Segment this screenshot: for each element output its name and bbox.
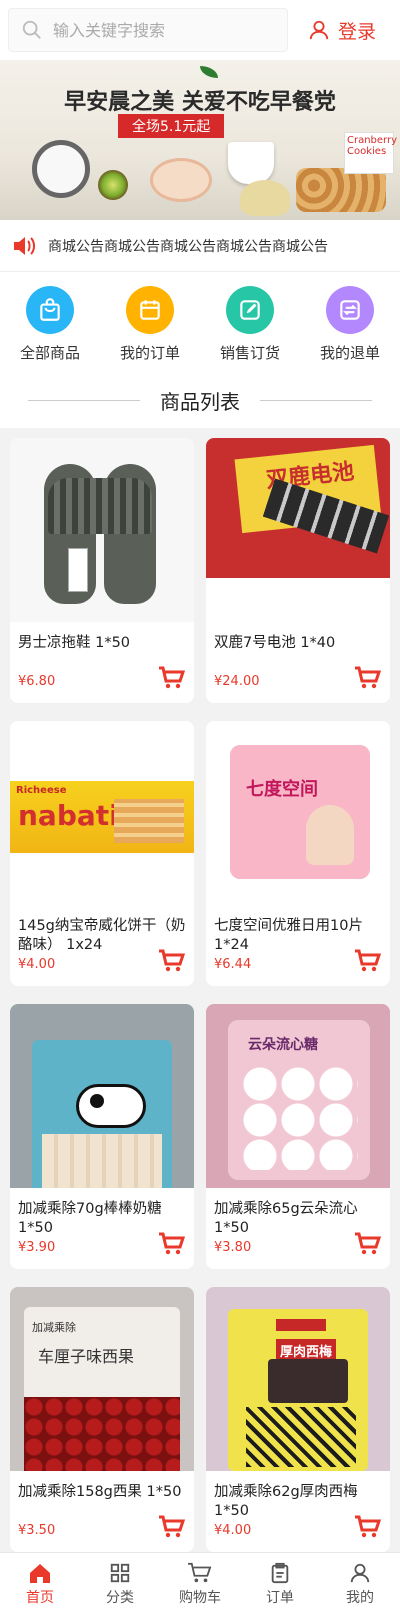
product-card[interactable]: 双鹿电池 双鹿7号电池 1*40 ¥24.00 <box>206 438 390 703</box>
quick-my-orders[interactable]: 我的订单 <box>105 285 195 363</box>
add-to-cart-icon[interactable] <box>354 666 382 690</box>
divider-line <box>28 399 140 401</box>
shopping-bag-icon <box>26 285 74 334</box>
promo-banner[interactable]: 早安晨之美 关爱不吃早餐党 全场5.1元起 Cranberry Cookies <box>0 60 400 220</box>
product-price: ¥3.50 <box>18 1523 56 1538</box>
roll-cake-image <box>150 158 212 202</box>
speaker-icon <box>14 236 35 255</box>
quick-label: 我的订单 <box>119 343 180 362</box>
alarm-clock-image <box>32 140 90 198</box>
tab-label: 订单 <box>266 1590 294 1606</box>
product-price: ¥4.00 <box>214 1523 252 1538</box>
product-name: 男士凉拖鞋 1*50 <box>18 635 131 651</box>
cookies-image <box>296 168 386 212</box>
product-grid: 男士凉拖鞋 1*50 ¥6.80 双鹿电池 双鹿7号电池 1*40 ¥24.00… <box>0 428 400 1552</box>
announcement-text: 商城公告商城公告商城公告商城公告商城公告 <box>48 238 328 255</box>
search-box[interactable] <box>8 8 288 52</box>
tab-label: 购物车 <box>179 1590 221 1606</box>
product-price: ¥4.00 <box>18 957 56 972</box>
product-image-slippers <box>10 438 194 622</box>
divider-line <box>260 399 372 401</box>
tab-orders[interactable]: 订单 <box>240 1553 320 1616</box>
quick-label: 全部商品 <box>19 343 80 362</box>
cart-icon <box>188 1562 212 1583</box>
product-card[interactable]: Richeese nabati 145g纳宝帝威化饼干（奶酪味） 1x24 ¥4… <box>10 721 194 986</box>
add-to-cart-icon[interactable] <box>354 1515 382 1539</box>
add-to-cart-icon[interactable] <box>158 1232 186 1256</box>
quick-my-returns[interactable]: 我的退单 <box>305 285 395 363</box>
product-image-cloud-candy: 云朵流心糖 <box>206 1004 390 1188</box>
add-to-cart-icon[interactable] <box>158 666 186 690</box>
edit-icon <box>226 285 274 334</box>
product-name: 双鹿7号电池 1*40 <box>214 635 336 651</box>
product-image-sanitary-pads: 七度空间 <box>206 721 390 905</box>
kiwi-image <box>98 170 128 200</box>
add-to-cart-icon[interactable] <box>354 949 382 973</box>
banner-headline: 早安晨之美 关爱不吃早餐党 <box>64 90 336 115</box>
product-image-prune: 厚肉西梅 <box>206 1287 390 1471</box>
tab-home[interactable]: 首页 <box>0 1553 80 1616</box>
product-price: ¥6.80 <box>18 674 56 689</box>
tab-cart[interactable]: 购物车 <box>160 1553 240 1616</box>
search-input[interactable] <box>53 20 263 40</box>
quick-sales-order[interactable]: 销售订货 <box>205 285 295 363</box>
bread-image <box>240 180 290 216</box>
product-price: ¥3.80 <box>214 1240 252 1255</box>
product-price: ¥24.00 <box>214 674 260 689</box>
tab-label: 我的 <box>346 1590 374 1606</box>
cookie-box-image: Cranberry Cookies <box>344 132 397 174</box>
tab-mine[interactable]: 我的 <box>320 1553 400 1616</box>
product-image-milk-candy <box>10 1004 194 1188</box>
user-icon <box>309 20 329 40</box>
product-card[interactable]: 云朵流心糖 加减乘除65g云朵流心 1*50 ¥3.80 <box>206 1004 390 1269</box>
cup-image <box>228 142 274 184</box>
product-card[interactable]: 七度空间 七度空间优雅日用10片 1*24 ¥6.44 <box>206 721 390 986</box>
clipboard-icon <box>271 1562 289 1584</box>
product-card[interactable]: 加减乘除 车厘子味西果 加减乘除158g西果 1*50 ¥3.50 <box>10 1287 194 1552</box>
product-price: ¥6.44 <box>214 957 252 972</box>
product-price: ¥3.90 <box>18 1240 56 1255</box>
tab-category[interactable]: 分类 <box>80 1553 160 1616</box>
user-icon <box>350 1563 370 1583</box>
product-card[interactable]: 厚肉西梅 加减乘除62g厚肉西梅 1*50 ¥4.00 <box>206 1287 390 1552</box>
add-to-cart-icon[interactable] <box>158 1515 186 1539</box>
tab-label: 首页 <box>26 1590 54 1606</box>
bottom-tab-bar: 首页 分类 购物车 订单 我的 <box>0 1552 400 1616</box>
section-title: 商品列表 <box>160 389 240 414</box>
leaf-decoration <box>200 66 218 78</box>
product-list-header: 商品列表 <box>0 372 400 428</box>
announcement-bar[interactable]: 商城公告商城公告商城公告商城公告商城公告 <box>0 220 400 272</box>
add-to-cart-icon[interactable] <box>158 949 186 973</box>
quick-all-products[interactable]: 全部商品 <box>5 285 95 363</box>
add-to-cart-icon[interactable] <box>354 1232 382 1256</box>
product-name: 加减乘除158g西果 1*50 <box>18 1484 182 1500</box>
tab-label: 分类 <box>106 1590 134 1606</box>
quick-menu: 全部商品 我的订单 销售订货 我的退单 <box>0 272 400 372</box>
home-icon <box>30 1564 50 1583</box>
login-label: 登录 <box>338 20 377 43</box>
login-button[interactable]: 登录 <box>308 17 376 44</box>
product-image-nabati: Richeese nabati <box>10 721 194 905</box>
grid-icon <box>110 1563 130 1583</box>
search-icon <box>22 20 41 39</box>
calendar-icon <box>126 285 174 334</box>
exchange-icon <box>326 285 374 334</box>
quick-label: 销售订货 <box>219 343 280 362</box>
banner-promo-tag: 全场5.1元起 <box>118 114 225 138</box>
product-image-batteries: 双鹿电池 <box>206 438 390 578</box>
product-card[interactable]: 加减乘除70g棒棒奶糖 1*50 ¥3.90 <box>10 1004 194 1269</box>
product-card[interactable]: 男士凉拖鞋 1*50 ¥6.80 <box>10 438 194 703</box>
header: 登录 <box>0 0 400 60</box>
quick-label: 我的退单 <box>319 343 380 362</box>
product-image-cherry-fruit: 加减乘除 车厘子味西果 <box>10 1287 194 1471</box>
